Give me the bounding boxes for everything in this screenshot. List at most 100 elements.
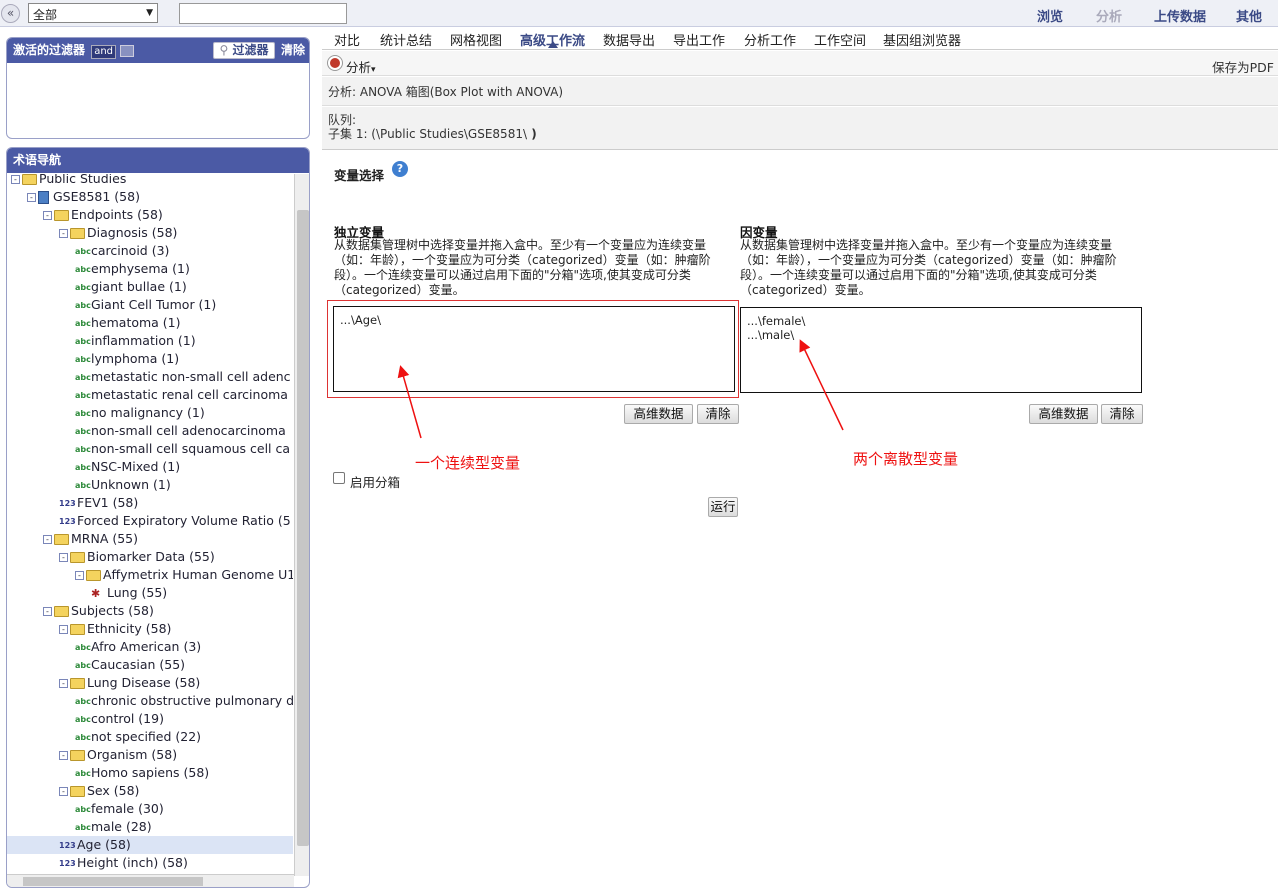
study-select[interactable]: 全部 ▼ (28, 3, 158, 23)
tree-node[interactable]: 123Forced Expiratory Volume Ratio (5 (7, 512, 293, 530)
tree-collapse-icon[interactable]: - (43, 607, 52, 616)
tree-node[interactable]: 123FEV1 (58) (7, 494, 293, 512)
tree-node[interactable]: abcnot specified (22) (7, 728, 293, 746)
tree-node[interactable]: - Ethnicity (58) (7, 620, 293, 638)
tree-node[interactable]: abcUnknown (1) (7, 476, 293, 494)
tab-analysis-jobs[interactable]: 分析工作 (744, 30, 796, 49)
tree-collapse-icon[interactable]: - (59, 751, 68, 760)
independent-high-dim-data-button[interactable]: 高维数据 (624, 404, 693, 424)
tree-collapse-icon[interactable]: - (59, 625, 68, 634)
tree-node[interactable]: - GSE8581 (58) (7, 188, 293, 206)
tree-node[interactable]: abcmale (28) (7, 818, 293, 836)
help-icon[interactable]: ? (392, 161, 408, 177)
tree-node[interactable]: abccarcinoid (3) (7, 242, 293, 260)
analysis-menu-button[interactable]: 分析▾ (346, 57, 376, 76)
tree-collapse-icon[interactable]: - (43, 211, 52, 220)
tree-node-label: inflammation (1) (91, 333, 196, 348)
term-navigation-panel: 术语导航 - Public Studies - GSE8581 (58) - Endpoi… (6, 147, 310, 888)
tab-compare[interactable]: 对比 (334, 30, 360, 49)
tree-node[interactable]: abccontrol (19) (7, 710, 293, 728)
search-input[interactable] (179, 3, 347, 24)
tree-node-label: giant bullae (1) (91, 279, 187, 294)
categorical-icon: abc (75, 426, 91, 436)
and-toggle[interactable]: and (91, 45, 117, 59)
tree-hscroll-thumb[interactable] (23, 877, 203, 886)
nav-upload-data[interactable]: 上传数据 (1154, 6, 1206, 25)
tree-node[interactable]: abcNSC-Mixed (1) (7, 458, 293, 476)
tree-node[interactable]: - MRNA (55) (7, 530, 293, 548)
tree-collapse-icon[interactable]: - (59, 787, 68, 796)
numeric-icon: 123 (59, 516, 76, 526)
tree-scroll-thumb[interactable] (297, 210, 309, 846)
tab-data-export[interactable]: 数据导出 (603, 30, 655, 49)
tree-node[interactable]: abcnon-small cell squamous cell ca (7, 440, 293, 458)
tree-node[interactable]: abcHomo sapiens (58) (7, 764, 293, 782)
tree-node[interactable]: abcCaucasian (55) (7, 656, 293, 674)
analysis-type-text: 分析: ANOVA 箱图(Box Plot with ANOVA) (328, 85, 564, 99)
tree-node-label: FEV1 (58) (77, 495, 139, 510)
tree-node[interactable]: - Sex (58) (7, 782, 293, 800)
tree-collapse-icon[interactable]: - (59, 229, 68, 238)
tree-collapse-icon[interactable]: - (43, 535, 52, 544)
tree-node[interactable]: abcgiant bullae (1) (7, 278, 293, 296)
enable-binning-checkbox[interactable] (333, 472, 345, 484)
tree-node[interactable]: abcmetastatic renal cell carcinoma (7, 386, 293, 404)
tab-export-jobs[interactable]: 导出工作 (673, 30, 725, 49)
tree-node[interactable]: ✱ Lung (55) (7, 584, 293, 602)
tree-node[interactable]: abcAfro American (3) (7, 638, 293, 656)
tree-node[interactable]: - Lung Disease (58) (7, 674, 293, 692)
tree-node[interactable]: - Subjects (58) (7, 602, 293, 620)
tree-node[interactable]: abcinflammation (1) (7, 332, 293, 350)
independent-variable-dropbox[interactable]: ...\Age\ (333, 306, 735, 392)
tree-node[interactable]: abcGiant Cell Tumor (1) (7, 296, 293, 314)
tree-node[interactable]: - Endpoints (58) (7, 206, 293, 224)
independent-variable-item[interactable]: ...\Age\ (340, 313, 728, 327)
collapse-left-icon[interactable]: « (1, 4, 20, 23)
tree-node[interactable]: abclymphoma (1) (7, 350, 293, 368)
tab-genome-browser[interactable]: 基因组浏览器 (883, 30, 961, 49)
run-button[interactable]: 运行 (708, 497, 738, 517)
tree-node[interactable]: 123Height (inch) (58) (7, 854, 293, 872)
dependent-high-dim-data-button[interactable]: 高维数据 (1029, 404, 1098, 424)
tree-node[interactable]: abcchronic obstructive pulmonary d (7, 692, 293, 710)
tree-collapse-icon[interactable]: - (59, 679, 68, 688)
tab-grid-view[interactable]: 网格视图 (450, 30, 502, 49)
tree-node[interactable]: abcmetastatic non-small cell adenc (7, 368, 293, 386)
independent-clear-button[interactable]: 清除 (697, 404, 739, 424)
or-toggle-icon[interactable] (120, 44, 135, 57)
tree-node[interactable]: - Organism (58) (7, 746, 293, 764)
tree-vertical-scrollbar[interactable] (294, 174, 309, 876)
nav-analyze[interactable]: 分析 (1096, 6, 1122, 25)
tab-summary-statistics[interactable]: 统计总结 (380, 30, 432, 49)
tree-node-label: lymphoma (1) (91, 351, 180, 366)
save-as-pdf-button[interactable]: 保存为PDF (1212, 57, 1274, 76)
tab-workspace[interactable]: 工作空间 (814, 30, 866, 49)
tree-collapse-icon[interactable]: - (59, 553, 68, 562)
tree-node[interactable]: - Biomarker Data (55) (7, 548, 293, 566)
folder-icon (54, 210, 69, 221)
tree-node[interactable]: abchematoma (1) (7, 314, 293, 332)
tree-horizontal-scrollbar[interactable] (7, 874, 294, 887)
tree-node[interactable]: abcno malignancy (1) (7, 404, 293, 422)
clear-filters-link[interactable]: 清除 (281, 38, 305, 63)
filter-button[interactable]: ⚲ 过滤器 (213, 42, 275, 59)
nav-browse[interactable]: 浏览 (1037, 6, 1063, 25)
tree-collapse-icon[interactable]: - (27, 193, 36, 202)
dependent-clear-button[interactable]: 清除 (1101, 404, 1143, 424)
tree-node[interactable]: abcemphysema (1) (7, 260, 293, 278)
dependent-variable-dropbox[interactable]: ...\female\ ...\male\ (740, 307, 1142, 393)
tree-collapse-icon[interactable]: - (75, 571, 84, 580)
analysis-toolbar: 分析▾ 保存为PDF (322, 51, 1278, 76)
tree-node[interactable]: abcnon-small cell adenocarcinoma (7, 422, 293, 440)
tree-node[interactable]: 123Age (58) (7, 836, 293, 854)
tree-node[interactable]: - Diagnosis (58) (7, 224, 293, 242)
dependent-variable-item[interactable]: ...\female\ (747, 314, 1135, 328)
tree-node[interactable]: - Affymetrix Human Genome U13 (7, 566, 293, 584)
tree-node[interactable]: abcfemale (30) (7, 800, 293, 818)
tree-collapse-icon[interactable]: - (11, 175, 20, 184)
nav-other[interactable]: 其他 (1236, 6, 1262, 25)
concept-tree: - Public Studies - GSE8581 (58) - Endpoints (… (7, 174, 293, 874)
tree-node-label: Sex (58) (87, 783, 140, 798)
dependent-variable-item[interactable]: ...\male\ (747, 328, 1135, 342)
tree-node[interactable]: - Public Studies (7, 174, 293, 188)
